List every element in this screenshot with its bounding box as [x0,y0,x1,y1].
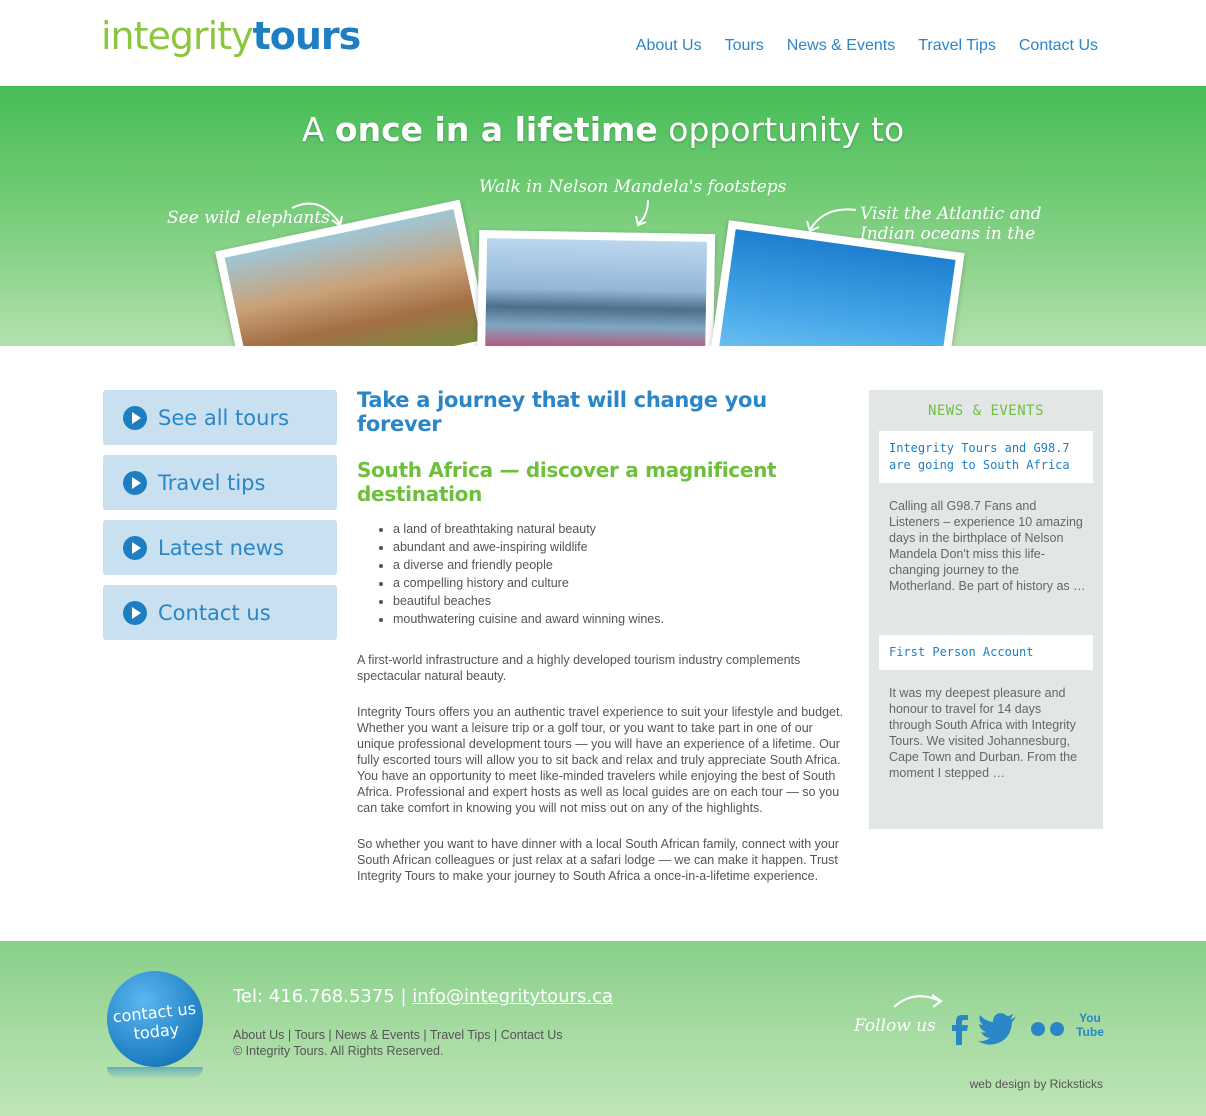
logo-text-tours: tours [252,14,362,58]
arrow-icon [806,208,857,233]
news-heading: NEWS & EVENTS [927,403,1045,419]
news-item-body: It was my deepest pleasure and honour to… [889,686,1078,780]
hero-caption-mandela: Walk in Nelson Mandela's footsteps [479,177,787,197]
logo-text-integrity: integrity [101,14,254,58]
play-icon [123,600,147,625]
flickr-icon[interactable] [1030,1021,1068,1037]
footer-links: About Us | Tours | News & Events | Trave… [233,1027,563,1059]
hero-banner: A once in a lifetime opportunity to See … [0,86,1206,346]
main-content: Take a journey that will change you fore… [357,388,847,884]
youtube-label: You Tube [1076,1011,1104,1039]
hero-title-post: opportunity to [657,110,905,149]
twitter-icon[interactable] [978,1013,1018,1045]
follow-us-label: Follow us [854,1016,936,1036]
nav-about-us[interactable]: About Us [636,37,702,55]
arrow-icon [635,199,649,227]
sidebar-btn-label: Latest news [158,535,284,560]
sidebar-btn-latest-news[interactable]: Latest news [103,520,337,575]
sidebar-btn-see-all-tours[interactable]: See all tours [103,390,337,445]
hero-title: A once in a lifetime opportunity to [0,110,1206,149]
facebook-icon[interactable] [948,1011,970,1047]
page-title: Take a journey that will change you fore… [357,388,767,436]
sidebar-btn-label: Contact us [158,600,271,625]
logo[interactable]: integritytours [101,14,362,58]
sidebar-btn-label: See all tours [158,405,290,430]
web-design-credit[interactable]: web design by Ricksticks [970,1077,1103,1091]
list-item: a compelling history and culture [393,574,847,592]
youtube-icon[interactable]: You Tube [1076,1011,1104,1039]
sidebar-btn-travel-tips[interactable]: Travel tips [103,455,337,510]
list-item: mouthwatering cuisine and award winning … [393,610,847,628]
footer-nav-links[interactable]: About Us | Tours | News & Events | Trave… [233,1027,563,1043]
play-icon [123,405,147,430]
footer-copyright: © Integrity Tours. All Rights Reserved. [233,1044,444,1058]
list-item: a land of breathtaking natural beauty [393,520,847,538]
news-item-title[interactable]: Integrity Tours and G98.7 are going to S… [879,431,1093,483]
sidebar-btn-label: Travel tips [158,470,266,495]
play-icon [123,535,147,560]
paragraph-closing: So whether you want to have dinner with … [357,837,839,883]
page-subtitle: South Africa — discover a magnificent de… [357,458,777,506]
hero-title-pre: A [301,110,335,149]
contact-us-badge[interactable]: contact us today [102,966,208,1072]
nav-contact-us[interactable]: Contact Us [1019,37,1098,55]
feature-list: a land of breathtaking natural beauty ab… [393,520,847,628]
nav-tours[interactable]: Tours [725,37,764,55]
footer-tel: Tel: 416.768.5375 | [233,986,413,1007]
list-item: abundant and awe-inspiring wildlife [393,538,847,556]
site-footer: contact us today Tel: 416.768.5375 | inf… [0,941,1206,1116]
list-item: beautiful beaches [393,592,847,610]
play-icon [123,470,147,495]
news-item-body: Calling all G98.7 Fans and Listeners – e… [889,499,1086,593]
sidebar-btn-contact-us[interactable]: Contact us [103,585,337,640]
nav-travel-tips[interactable]: Travel Tips [918,37,996,55]
hero-title-bold: once in a lifetime [334,110,658,149]
news-events-panel: NEWS & EVENTS Integrity Tours and G98.7 … [869,390,1103,829]
news-item-title[interactable]: First Person Account [879,635,1093,670]
footer-contact-line: Tel: 416.768.5375 | info@integritytours.… [233,986,613,1007]
nav-news-events[interactable]: News & Events [787,37,895,55]
photo-table-mountain [476,229,716,346]
site-header: integritytours About Us Tours News & Eve… [0,0,1206,86]
arrow-icon [893,994,943,1008]
list-item: a diverse and friendly people [393,556,847,574]
paragraph-infrastructure: A first-world infrastructure and a highl… [357,653,801,683]
paragraph-offer: Integrity Tours offers you an authentic … [357,705,843,815]
footer-email-link[interactable]: info@integritytours.ca [412,986,613,1007]
badge-reflection [107,1067,203,1079]
main-nav: About Us Tours News & Events Travel Tips… [636,37,1098,55]
